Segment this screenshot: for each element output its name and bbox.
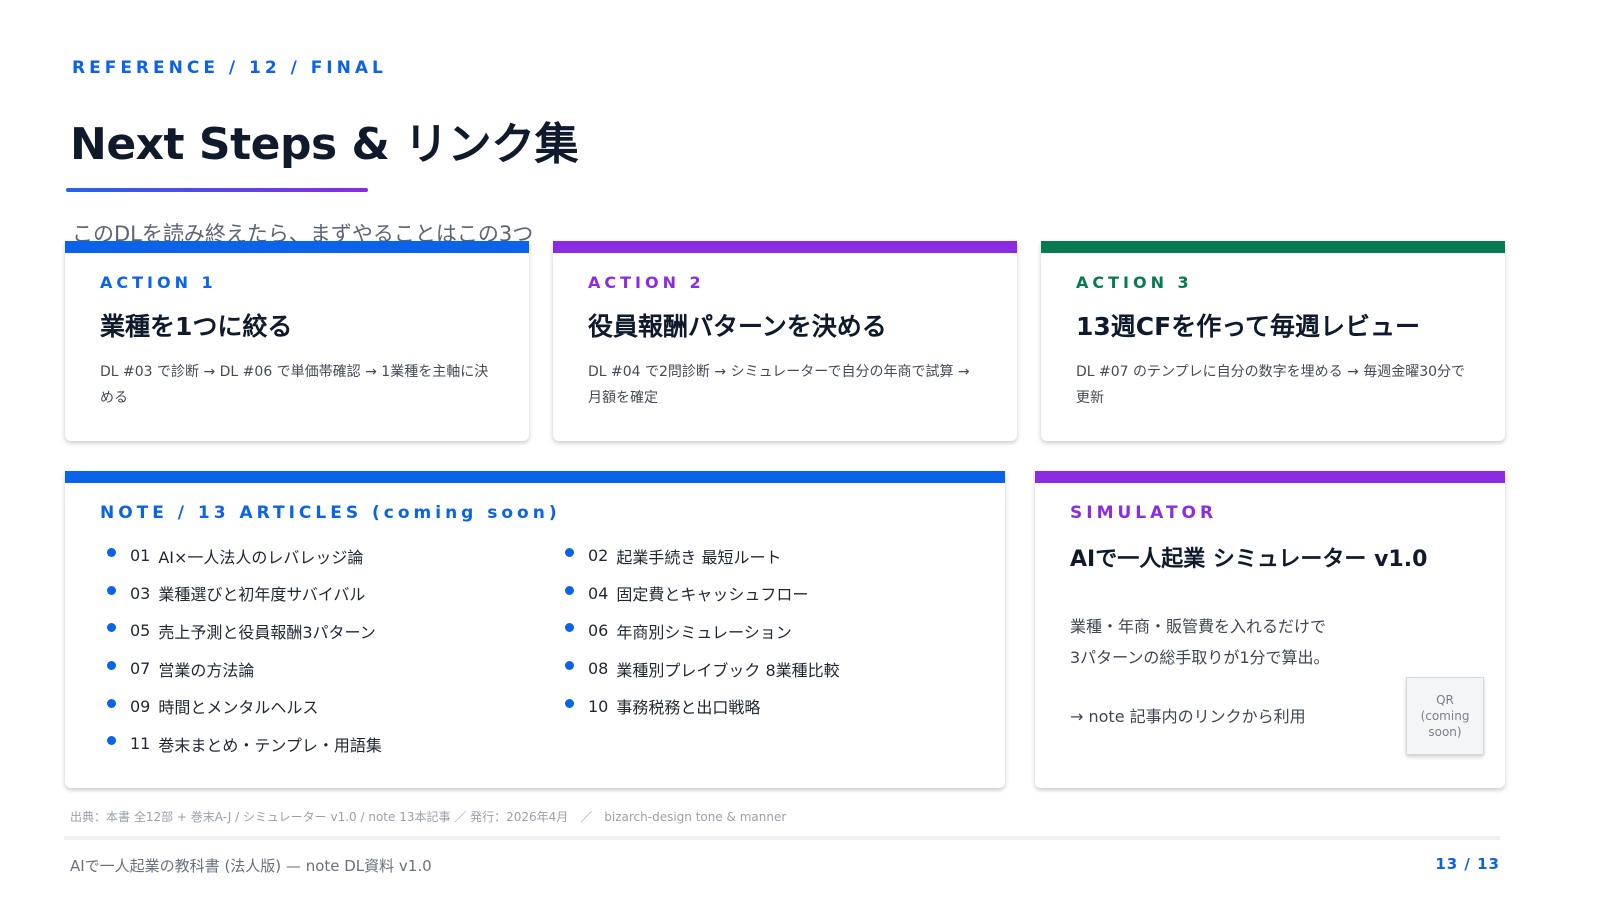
source-note: 出典：本書 全12部 + 巻末A-J / シミュレーター v1.0 / note… bbox=[70, 810, 787, 824]
article-item[interactable]: 05 売上予測と役員報酬3パターン bbox=[107, 612, 565, 650]
bullet-icon bbox=[565, 661, 574, 671]
action-title: 業種を1つに絞る bbox=[100, 312, 293, 341]
article-number: 11 bbox=[130, 734, 151, 754]
qr-label: (coming bbox=[1420, 709, 1470, 723]
article-number: 03 bbox=[130, 583, 151, 603]
article-title: 営業の方法論 bbox=[158, 660, 255, 680]
action-label: ACTION 2 bbox=[588, 273, 705, 292]
action-label: ACTION 1 bbox=[100, 273, 217, 292]
article-title: 事務税務と出口戦略 bbox=[616, 698, 761, 718]
bullet-icon bbox=[565, 623, 574, 633]
article-title: AI×一人法人のレバレッジ論 bbox=[158, 547, 364, 567]
page-title: Next Steps & リンク集 bbox=[70, 119, 579, 170]
article-title: 売上予測と役員報酬3パターン bbox=[158, 622, 376, 642]
footer-doc-title: AIで一人起業の教科書 (法人版) — note DL資料 v1.0 bbox=[70, 857, 432, 875]
article-item[interactable]: 04 固定費とキャッシュフロー bbox=[565, 575, 985, 613]
bullet-icon bbox=[107, 548, 116, 558]
article-number: 06 bbox=[588, 621, 609, 641]
simulator-section-label: SIMULATOR bbox=[1070, 503, 1218, 523]
bullet-icon bbox=[107, 661, 116, 671]
article-item[interactable]: 07 営業の方法論 bbox=[107, 650, 565, 688]
action-body: DL #04 で2問診断 → シミュレーターで自分の年商で試算 → 月額を確定 bbox=[588, 364, 970, 406]
card-accent-bar bbox=[1041, 241, 1505, 253]
simulator-description-line: 3パターンの総手取りが1分で算出。 bbox=[1070, 648, 1330, 667]
article-title: 時間とメンタルヘルス bbox=[158, 698, 319, 718]
article-number: 08 bbox=[588, 659, 609, 679]
article-list: 01 AI×一人法人のレバレッジ論 02 起業手続き 最短ルート 03 業種選びと初年… bbox=[107, 537, 987, 763]
article-item[interactable]: 09 時間とメンタルヘルス bbox=[107, 687, 565, 725]
article-number: 10 bbox=[588, 696, 609, 716]
bullet-icon bbox=[107, 623, 116, 633]
article-title: 固定費とキャッシュフロー bbox=[616, 585, 809, 605]
article-title: 巻末まとめ・テンプレ・用語集 bbox=[158, 735, 382, 755]
note-section-label: NOTE / 13 ARTICLES (coming soon) bbox=[100, 503, 561, 523]
card-accent-bar bbox=[1035, 471, 1505, 483]
qr-label: QR bbox=[1436, 693, 1454, 707]
action-title: 役員報酬パターンを決める bbox=[588, 312, 887, 341]
article-number: 09 bbox=[130, 696, 151, 716]
card-accent-bar bbox=[65, 471, 1005, 483]
article-title: 年商別シミュレーション bbox=[616, 622, 792, 642]
bullet-icon bbox=[107, 585, 116, 595]
article-number: 05 bbox=[130, 621, 151, 641]
article-item[interactable]: 03 業種選びと初年度サバイバル bbox=[107, 575, 565, 613]
action-card-2: ACTION 2 役員報酬パターンを決める DL #04 で2問診断 → シミュ… bbox=[553, 241, 1017, 441]
article-item[interactable]: 08 業種別プレイブック 8業種比較 bbox=[565, 650, 985, 688]
note-articles-card: NOTE / 13 ARTICLES (coming soon) 01 AI×一人… bbox=[65, 471, 1005, 788]
bullet-icon bbox=[565, 548, 574, 558]
simulator-card: SIMULATOR AIで一人起業 シミュレーター v1.0 業種・年商・販管費… bbox=[1035, 471, 1505, 788]
action-body: DL #07 のテンプレに自分の数字を埋める → 毎週金曜30分で更新 bbox=[1076, 364, 1466, 406]
simulator-title: AIで一人起業 シミュレーター v1.0 bbox=[1070, 547, 1428, 572]
page-number: 13 / 13 bbox=[1435, 855, 1500, 873]
simulator-description: 業種・年商・販管費を入れるだけで 3パターンの総手取りが1分で算出。 bbox=[1070, 611, 1330, 673]
simulator-link[interactable]: → note 記事内のリンクから利用 bbox=[1070, 703, 1306, 727]
article-number: 07 bbox=[130, 659, 151, 679]
bullet-icon bbox=[107, 736, 116, 746]
article-item[interactable]: 02 起業手続き 最短ルート bbox=[565, 537, 985, 575]
card-accent-bar bbox=[65, 241, 529, 253]
simulator-description-line: 業種・年商・販管費を入れるだけで bbox=[1070, 617, 1327, 636]
article-title: 起業手続き 最短ルート bbox=[616, 547, 782, 567]
article-item[interactable]: 10 事務税務と出口戦略 bbox=[565, 687, 985, 725]
bullet-icon bbox=[565, 585, 574, 595]
article-number: 02 bbox=[588, 546, 609, 566]
bullet-icon bbox=[107, 698, 116, 708]
action-card-3: ACTION 3 13週CFを作って毎週レビュー DL #07 のテンプレに自分… bbox=[1041, 241, 1505, 441]
action-title: 13週CFを作って毎週レビュー bbox=[1076, 312, 1420, 341]
article-item[interactable]: 11 巻末まとめ・テンプレ・用語集 bbox=[107, 725, 565, 763]
article-title: 業種別プレイブック 8業種比較 bbox=[616, 660, 840, 680]
title-underline bbox=[66, 188, 368, 192]
article-number: 01 bbox=[130, 546, 151, 566]
card-accent-bar bbox=[553, 241, 1017, 253]
action-label: ACTION 3 bbox=[1076, 273, 1193, 292]
footer-divider bbox=[64, 836, 1500, 840]
article-item[interactable]: 01 AI×一人法人のレバレッジ論 bbox=[107, 537, 565, 575]
article-number: 04 bbox=[588, 583, 609, 603]
action-card-1: ACTION 1 業種を1つに絞る DL #03 で診断 → DL #06 で単… bbox=[65, 241, 529, 441]
bullet-icon bbox=[565, 698, 574, 708]
article-title: 業種選びと初年度サバイバル bbox=[158, 585, 366, 605]
qr-code-placeholder: QR (coming soon) bbox=[1406, 677, 1484, 755]
action-body: DL #03 で診断 → DL #06 で単価帯確認 → 1業種を主軸に決める bbox=[100, 364, 489, 406]
article-item[interactable]: 06 年商別シミュレーション bbox=[565, 612, 985, 650]
qr-label: soon) bbox=[1428, 725, 1462, 739]
eyebrow-label: REFERENCE / 12 / FINAL bbox=[72, 58, 387, 78]
